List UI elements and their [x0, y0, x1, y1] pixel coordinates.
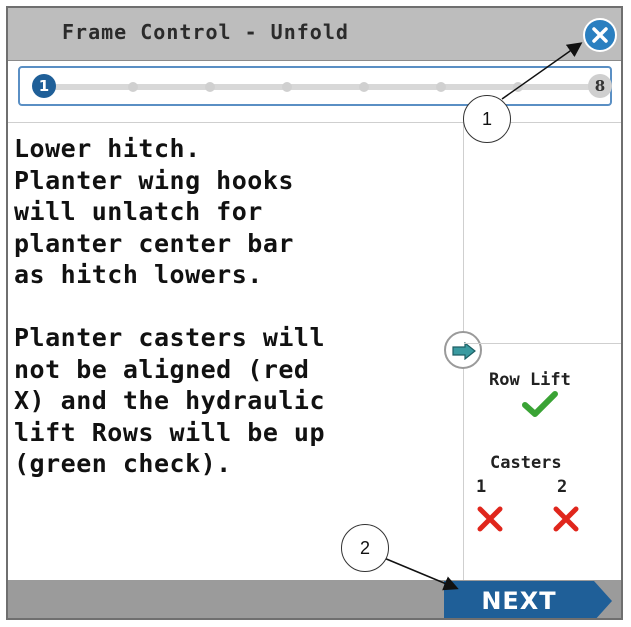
status-panel: Row Lift Casters 1 2: [464, 122, 621, 580]
caster-1-label: 1: [476, 477, 487, 497]
next-button[interactable]: NEXT: [444, 581, 612, 618]
progress-dot: [359, 82, 369, 92]
x-mark-icon: [553, 506, 579, 532]
check-icon: [522, 391, 558, 417]
row-lift-label: Row Lift: [489, 370, 571, 390]
progress-dot: [282, 82, 292, 92]
app-frame: Frame Control - Unfold 1 8 Lower hitch. …: [6, 6, 623, 620]
instruction-panel: Lower hitch. Planter wing hooks will unl…: [8, 122, 464, 580]
window-title: Frame Control - Unfold: [62, 20, 349, 44]
x-mark-icon: [477, 506, 503, 532]
close-button[interactable]: [583, 18, 617, 52]
progress-dot: [128, 82, 138, 92]
caster-2-label: 2: [557, 477, 568, 497]
progress-dot: [513, 82, 523, 92]
step-progress-bar: 1 8: [18, 66, 612, 106]
callout-1: 1: [463, 95, 511, 143]
next-button-label: NEXT: [481, 587, 557, 615]
progress-track: [34, 84, 594, 90]
instruction-text: Lower hitch. Planter wing hooks will unl…: [14, 134, 326, 478]
progress-dot: [205, 82, 215, 92]
close-icon: [592, 27, 608, 43]
progress-dot: [436, 82, 446, 92]
current-step-indicator: 1: [32, 74, 56, 98]
callout-2: 2: [341, 524, 389, 572]
status-panel-top: [464, 122, 621, 344]
total-steps-indicator: 8: [588, 74, 612, 98]
casters-label: Casters: [490, 453, 562, 473]
title-bar: Frame Control - Unfold: [8, 8, 621, 61]
